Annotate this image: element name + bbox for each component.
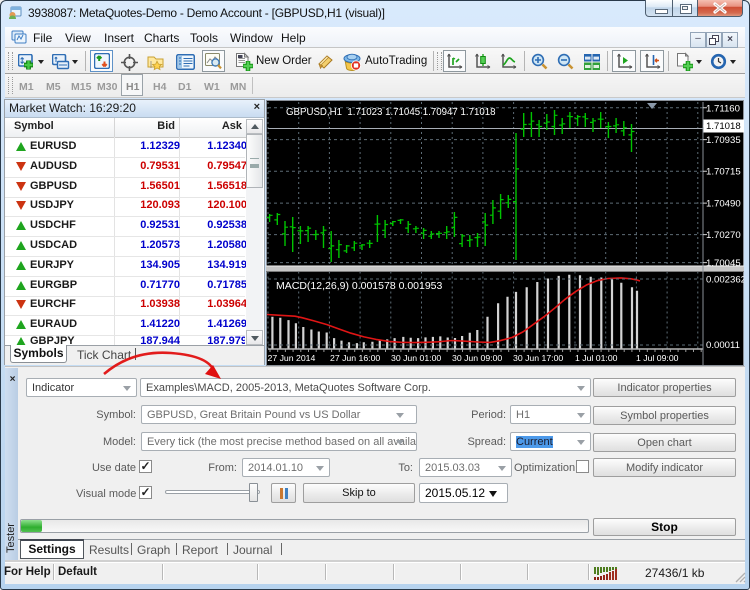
svg-text:1.70270: 1.70270 <box>706 230 741 241</box>
svg-text:GBPUSD,H1 1.71023 1.71045 1.7: GBPUSD,H1 1.71023 1.71045 1.70947 1.7101… <box>286 107 496 118</box>
svg-text:1.70935: 1.70935 <box>706 135 741 146</box>
svg-text:30 Jun 01:00: 30 Jun 01:00 <box>391 353 441 363</box>
svg-text:0.002362: 0.002362 <box>706 275 744 286</box>
svg-text:1.70715: 1.70715 <box>706 167 741 178</box>
svg-text:0.00011: 0.00011 <box>706 340 740 351</box>
svg-text:1.70490: 1.70490 <box>706 199 741 210</box>
svg-text:1.71160: 1.71160 <box>706 103 740 114</box>
svg-text:30 Jun 17:00: 30 Jun 17:00 <box>513 353 563 363</box>
svg-text:1.71018: 1.71018 <box>706 121 741 132</box>
svg-text:1 Jul 09:00: 1 Jul 09:00 <box>636 353 679 363</box>
svg-text:27 Jun 16:00: 27 Jun 16:00 <box>330 353 380 363</box>
svg-text:MACD(12,26,9) 0.001578 0.00195: MACD(12,26,9) 0.001578 0.001953 <box>276 280 443 292</box>
svg-text:30 Jun 09:00: 30 Jun 09:00 <box>452 353 502 363</box>
svg-text:1 Jul 01:00: 1 Jul 01:00 <box>575 353 618 363</box>
svg-text:1.70045: 1.70045 <box>706 258 741 269</box>
svg-text:27 Jun 2014: 27 Jun 2014 <box>268 353 316 363</box>
